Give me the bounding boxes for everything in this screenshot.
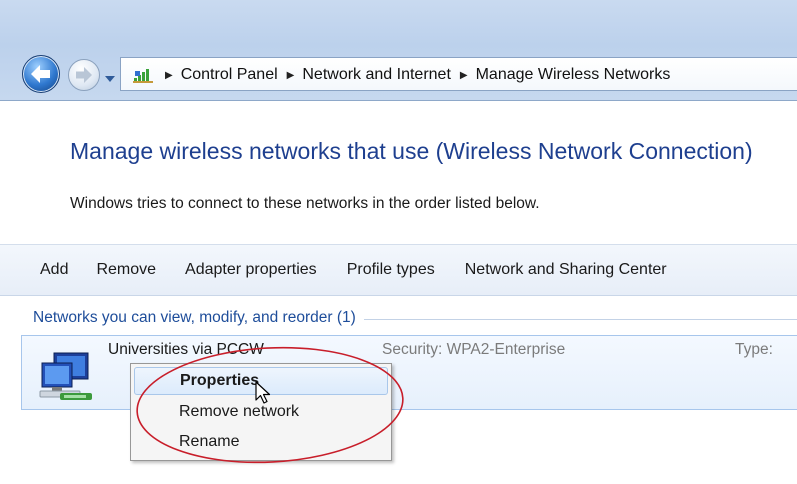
breadcrumb-manage-wireless-networks[interactable]: Manage Wireless Networks bbox=[476, 66, 671, 84]
group-title: Networks you can view, modify, and reord… bbox=[33, 309, 356, 326]
breadcrumb-separator-icon[interactable]: ▶ bbox=[165, 70, 173, 81]
network-signal-icon bbox=[133, 69, 153, 83]
page-description: Windows tries to connect to these networ… bbox=[70, 195, 540, 212]
network-group-header: Networks you can view, modify, and reord… bbox=[33, 309, 797, 327]
forward-arrow-icon bbox=[76, 67, 92, 83]
remove-button[interactable]: Remove bbox=[96, 257, 156, 283]
breadcrumb-control-panel[interactable]: Control Panel bbox=[181, 66, 278, 84]
back-arrow-icon bbox=[31, 65, 50, 83]
network-type: Type: bbox=[735, 341, 773, 358]
adapter-properties-button[interactable]: Adapter properties bbox=[185, 257, 317, 283]
profile-types-button[interactable]: Profile types bbox=[347, 257, 435, 283]
network-and-sharing-center-button[interactable]: Network and Sharing Center bbox=[465, 257, 667, 283]
network-security: Security: WPA2-Enterprise bbox=[382, 341, 566, 358]
address-bar[interactable]: ▶ Control Panel ▶ Network and Internet ▶… bbox=[120, 57, 797, 91]
recent-pages-button[interactable] bbox=[104, 69, 116, 82]
wireless-network-icon bbox=[39, 352, 92, 400]
breadcrumb-separator-icon[interactable]: ▶ bbox=[287, 70, 295, 81]
back-button[interactable] bbox=[22, 55, 60, 93]
forward-button[interactable] bbox=[68, 59, 100, 91]
command-toolbar: Add Remove Adapter properties Profile ty… bbox=[0, 244, 797, 296]
context-menu: Properties Remove network Rename bbox=[130, 363, 392, 461]
breadcrumb: ▶ Control Panel ▶ Network and Internet ▶… bbox=[159, 64, 670, 86]
page-title: Manage wireless networks that use (Wirel… bbox=[70, 138, 753, 164]
add-button[interactable]: Add bbox=[40, 257, 68, 283]
breadcrumb-network-and-internet[interactable]: Network and Internet bbox=[302, 66, 451, 84]
chevron-down-icon bbox=[105, 76, 115, 82]
network-name: Universities via PCCW bbox=[108, 341, 264, 358]
mouse-pointer-icon bbox=[255, 381, 271, 404]
menu-item-rename[interactable]: Rename bbox=[134, 428, 388, 456]
group-divider bbox=[363, 318, 797, 320]
breadcrumb-separator-icon[interactable]: ▶ bbox=[460, 70, 468, 81]
window-title-bar: ▶ Control Panel ▶ Network and Internet ▶… bbox=[0, 0, 797, 101]
